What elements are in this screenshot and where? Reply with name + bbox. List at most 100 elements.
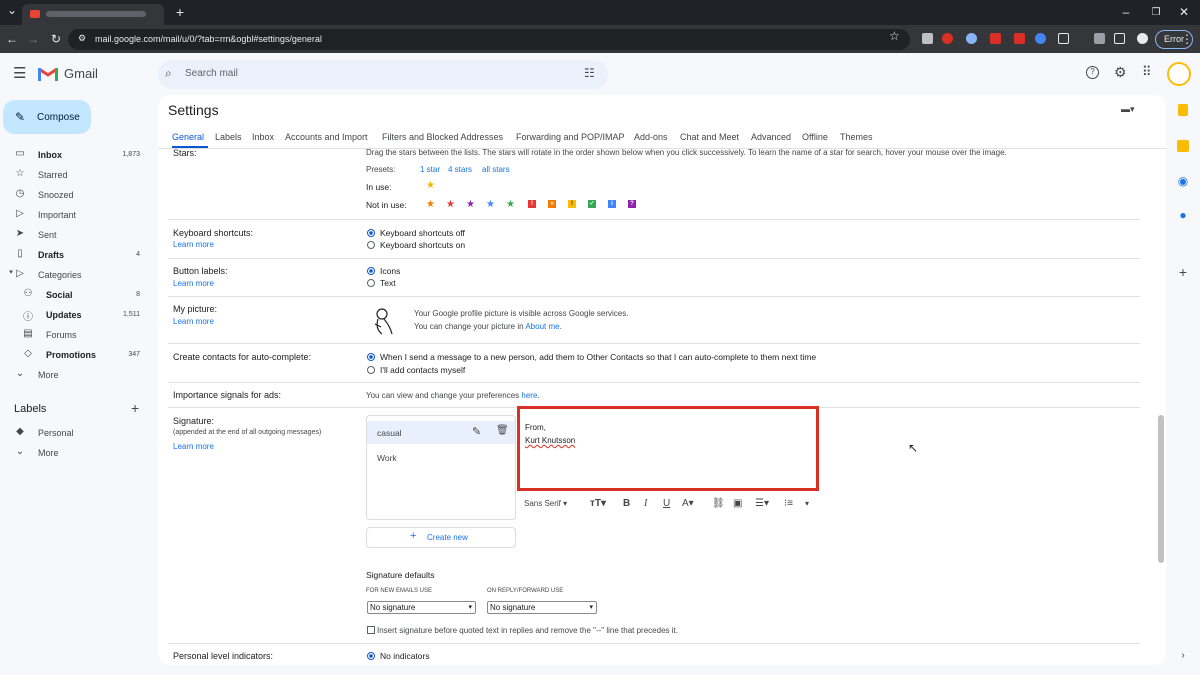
insert-before-quoted-checkbox[interactable] bbox=[367, 626, 375, 634]
preset-all-stars-link[interactable]: all stars bbox=[482, 165, 510, 174]
compose-label[interactable]: Compose bbox=[37, 112, 80, 123]
extensions-puzzle-icon[interactable] bbox=[1058, 33, 1069, 44]
extension-icon[interactable] bbox=[942, 33, 953, 44]
help-icon[interactable]: ? bbox=[1086, 66, 1099, 79]
signature-name-casual[interactable]: casual bbox=[377, 428, 402, 438]
tab-forwarding[interactable]: Forwarding and POP/IMAP bbox=[516, 132, 625, 142]
shortcuts-on-radio[interactable] bbox=[367, 241, 375, 249]
purple-question-icon[interactable]: ? bbox=[628, 200, 636, 208]
tab-accounts[interactable]: Accounts and Import bbox=[285, 132, 368, 142]
sidebar-item-sent[interactable]: ➤ Sent bbox=[0, 225, 150, 245]
sidebar-item-promotions[interactable]: ◇ Promotions 347 bbox=[0, 345, 150, 365]
font-family-select[interactable]: Sans Serif ▾ bbox=[524, 495, 567, 513]
manual-contacts-label[interactable]: I'll add contacts myself bbox=[380, 365, 465, 375]
red-star-icon[interactable]: ★ bbox=[446, 199, 455, 210]
signature-name-work[interactable]: Work bbox=[377, 453, 397, 463]
green-check-icon[interactable]: ✓ bbox=[588, 200, 596, 208]
underline-icon[interactable]: U bbox=[663, 495, 670, 513]
tab-advanced[interactable]: Advanced bbox=[751, 132, 791, 142]
search-input[interactable]: Search mail bbox=[185, 68, 238, 79]
get-addons-icon[interactable]: + bbox=[1175, 264, 1191, 280]
side-panel-icon[interactable] bbox=[1114, 33, 1125, 44]
auto-add-contacts-radio[interactable] bbox=[367, 353, 375, 361]
auto-add-contacts-label[interactable]: When I send a message to a new person, a… bbox=[380, 352, 816, 362]
extension-icon[interactable] bbox=[966, 33, 977, 44]
extension-icon[interactable] bbox=[990, 33, 1001, 44]
sidebar-label-personal[interactable]: ◆ Personal bbox=[0, 423, 150, 443]
no-indicators-radio[interactable] bbox=[367, 652, 375, 660]
hide-side-panel-icon[interactable]: › bbox=[1175, 650, 1191, 666]
tab-labels[interactable]: Labels bbox=[215, 132, 242, 142]
signature-body-line2[interactable]: Kurt Knutsson bbox=[525, 436, 575, 445]
back-icon[interactable]: ← bbox=[2, 25, 22, 53]
purple-star-icon[interactable]: ★ bbox=[466, 199, 475, 210]
learn-more-link[interactable]: Learn more bbox=[173, 317, 214, 326]
tab-general[interactable]: General bbox=[172, 132, 204, 142]
extension-icon[interactable] bbox=[1035, 33, 1046, 44]
keep-icon[interactable] bbox=[1177, 140, 1189, 152]
create-new-label[interactable]: Create new bbox=[427, 533, 468, 542]
bookmark-star-icon[interactable]: ☆ bbox=[889, 29, 900, 43]
importance-here-link[interactable]: here bbox=[521, 391, 537, 400]
font-size-icon[interactable]: тT▾ bbox=[590, 495, 606, 513]
text-color-icon[interactable]: A▾ bbox=[682, 495, 694, 513]
tab-filters[interactable]: Filters and Blocked Addresses bbox=[382, 132, 503, 142]
orange-guillemet-icon[interactable]: » bbox=[548, 200, 556, 208]
calendar-icon[interactable] bbox=[1178, 104, 1188, 116]
search-icon[interactable]: ⌕ bbox=[165, 66, 172, 81]
extension-icon[interactable] bbox=[922, 33, 933, 44]
account-avatar[interactable] bbox=[1167, 62, 1191, 86]
search-options-icon[interactable]: ☷ bbox=[584, 66, 595, 80]
reading-list-icon[interactable] bbox=[1094, 33, 1105, 44]
sidebar-item-drafts[interactable]: ▯ Drafts 4 bbox=[0, 245, 150, 265]
sidebar-item-inbox[interactable]: ▭ Inbox 1,873 bbox=[0, 145, 150, 165]
insert-before-quoted-label[interactable]: Insert signature before quoted text in r… bbox=[377, 626, 678, 635]
shortcuts-on-label[interactable]: Keyboard shortcuts on bbox=[380, 240, 465, 250]
shortcuts-off-radio[interactable] bbox=[367, 229, 375, 237]
trash-icon[interactable]: 🗑 bbox=[496, 425, 509, 436]
preset-1-star-link[interactable]: 1 star bbox=[420, 165, 440, 174]
align-icon[interactable]: ☰▾ bbox=[755, 495, 769, 513]
profile-avatar-icon[interactable] bbox=[1137, 33, 1148, 44]
forward-icon[interactable]: → bbox=[23, 25, 43, 53]
profile-picture[interactable] bbox=[370, 304, 400, 338]
insert-image-icon[interactable]: ▣ bbox=[733, 495, 742, 513]
tab-addons[interactable]: Add-ons bbox=[634, 132, 668, 142]
tab-inbox[interactable]: Inbox bbox=[252, 132, 274, 142]
new-emails-signature-select[interactable]: No signature ▾ bbox=[367, 601, 476, 614]
no-indicators-label[interactable]: No indicators bbox=[380, 651, 430, 661]
input-tools-icon[interactable]: ▬▾ bbox=[1121, 104, 1135, 115]
preset-4-stars-link[interactable]: 4 stars bbox=[448, 165, 472, 174]
add-label-icon[interactable]: + bbox=[131, 400, 139, 416]
sidebar-item-updates[interactable]: ⓘ Updates 1,511 bbox=[0, 305, 150, 325]
more-formatting-icon[interactable]: ▾ bbox=[805, 495, 809, 513]
learn-more-link[interactable]: Learn more bbox=[173, 240, 214, 249]
green-star-icon[interactable]: ★ bbox=[506, 199, 515, 210]
scrollbar[interactable] bbox=[1158, 415, 1164, 563]
site-info-icon[interactable]: ⚙ bbox=[78, 33, 86, 44]
url-text[interactable]: mail.google.com/mail/u/0/?tab=rm&ogbl#se… bbox=[95, 29, 322, 50]
sidebar-item-starred[interactable]: ☆ Starred bbox=[0, 165, 150, 185]
signature-editor[interactable] bbox=[517, 406, 819, 491]
list-icon[interactable]: ⁝≡ bbox=[784, 495, 793, 513]
about-me-link[interactable]: About me bbox=[525, 322, 559, 331]
tab-chat-meet[interactable]: Chat and Meet bbox=[680, 132, 739, 142]
minimize-icon[interactable]: – bbox=[1116, 0, 1136, 25]
sidebar-item-social[interactable]: ⚇ Social 8 bbox=[0, 285, 150, 305]
tab-list-icon[interactable]: ⌄ bbox=[2, 0, 22, 23]
icons-radio[interactable] bbox=[367, 267, 375, 275]
yellow-star-icon[interactable]: ★ bbox=[426, 180, 435, 191]
red-bang-icon[interactable]: ! bbox=[528, 200, 536, 208]
learn-more-link[interactable]: Learn more bbox=[173, 279, 214, 288]
apps-grid-icon[interactable]: ⠿ bbox=[1142, 64, 1152, 80]
chrome-menu-icon[interactable]: ⋮ bbox=[1177, 25, 1197, 53]
tasks-icon[interactable]: ◉ bbox=[1175, 174, 1191, 190]
yellow-bang-icon[interactable]: ! bbox=[568, 200, 576, 208]
text-radio[interactable] bbox=[367, 279, 375, 287]
manual-contacts-radio[interactable] bbox=[367, 366, 375, 374]
sidebar-item-more[interactable]: ⌄ More bbox=[0, 365, 150, 385]
signature-body-line1[interactable]: From, bbox=[525, 423, 546, 432]
extension-icon[interactable] bbox=[1014, 33, 1025, 44]
link-icon[interactable]: ⛓ bbox=[712, 495, 725, 513]
sidebar-label-more[interactable]: ⌄ More bbox=[0, 443, 150, 463]
